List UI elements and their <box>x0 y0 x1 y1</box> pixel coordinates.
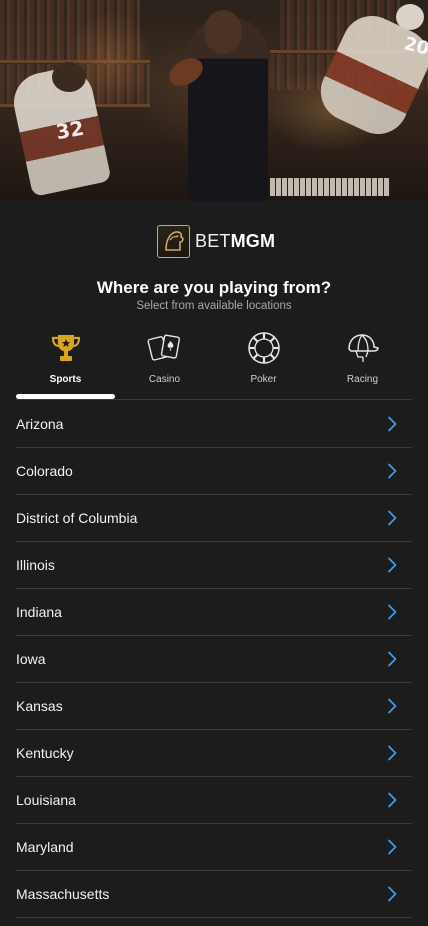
location-label: Kansas <box>16 698 63 714</box>
chevron-right-icon <box>384 510 400 526</box>
tab-label: Sports <box>49 374 82 385</box>
tab-label: Poker <box>250 374 277 385</box>
page-subtitle: Select from available locations <box>136 300 292 312</box>
betmgm-logo: BETMGM <box>157 224 275 258</box>
hero-banner-image: 32 20 <box>0 0 428 201</box>
location-row[interactable]: Arizona <box>16 401 412 448</box>
tab-racing[interactable]: Racing <box>313 328 412 400</box>
tab-casino[interactable]: Casino <box>115 328 214 400</box>
chevron-right-icon <box>384 886 400 902</box>
location-row[interactable]: Colorado <box>16 448 412 495</box>
location-label: Maryland <box>16 839 74 855</box>
playing-cards-icon <box>147 330 183 366</box>
location-row[interactable]: District of Columbia <box>16 495 412 542</box>
chevron-right-icon <box>384 839 400 855</box>
chevron-right-icon <box>384 604 400 620</box>
lion-logo-icon <box>157 224 190 258</box>
location-label: District of Columbia <box>16 510 138 526</box>
tabs-divider <box>16 399 412 400</box>
page-title: Where are you playing from? <box>96 278 332 297</box>
jockey-helmet-icon <box>345 330 381 366</box>
chevron-right-icon <box>384 745 400 761</box>
poker-chip-icon <box>247 330 281 366</box>
tab-label: Casino <box>148 374 181 385</box>
piano-keys <box>270 178 390 196</box>
location-label: Indiana <box>16 604 62 620</box>
location-row[interactable]: Massachusetts <box>16 871 412 918</box>
location-label: Iowa <box>16 651 46 667</box>
tab-poker[interactable]: Poker <box>214 328 313 400</box>
location-label: Arizona <box>16 416 64 432</box>
location-label: Illinois <box>16 557 55 573</box>
chevron-right-icon <box>384 557 400 573</box>
location-row[interactable]: Indiana <box>16 589 412 636</box>
location-row[interactable]: Illinois <box>16 542 412 589</box>
jersey-number-left: 32 <box>54 115 86 145</box>
tab-sports[interactable]: Sports <box>16 328 115 400</box>
location-label: Kentucky <box>16 745 74 761</box>
location-row[interactable]: Louisiana <box>16 777 412 824</box>
location-label: Colorado <box>16 463 73 479</box>
location-label: Louisiana <box>16 792 76 808</box>
location-label: Massachusetts <box>16 886 110 902</box>
trophy-icon <box>50 330 82 366</box>
location-row[interactable]: Maryland <box>16 824 412 871</box>
chevron-right-icon <box>384 698 400 714</box>
locations-list: Arizona Colorado District of Columbia Illin… <box>16 401 412 918</box>
location-row[interactable]: Kentucky <box>16 730 412 777</box>
product-tabs: Sports Casino Poker Racing <box>16 328 412 400</box>
chevron-right-icon <box>384 792 400 808</box>
location-row[interactable]: Kansas <box>16 683 412 730</box>
tab-label: Racing <box>346 374 379 385</box>
chevron-right-icon <box>384 463 400 479</box>
location-row[interactable]: Iowa <box>16 636 412 683</box>
brand-wordmark: BETMGM <box>195 230 276 251</box>
chevron-right-icon <box>384 651 400 667</box>
chevron-right-icon <box>384 416 400 432</box>
